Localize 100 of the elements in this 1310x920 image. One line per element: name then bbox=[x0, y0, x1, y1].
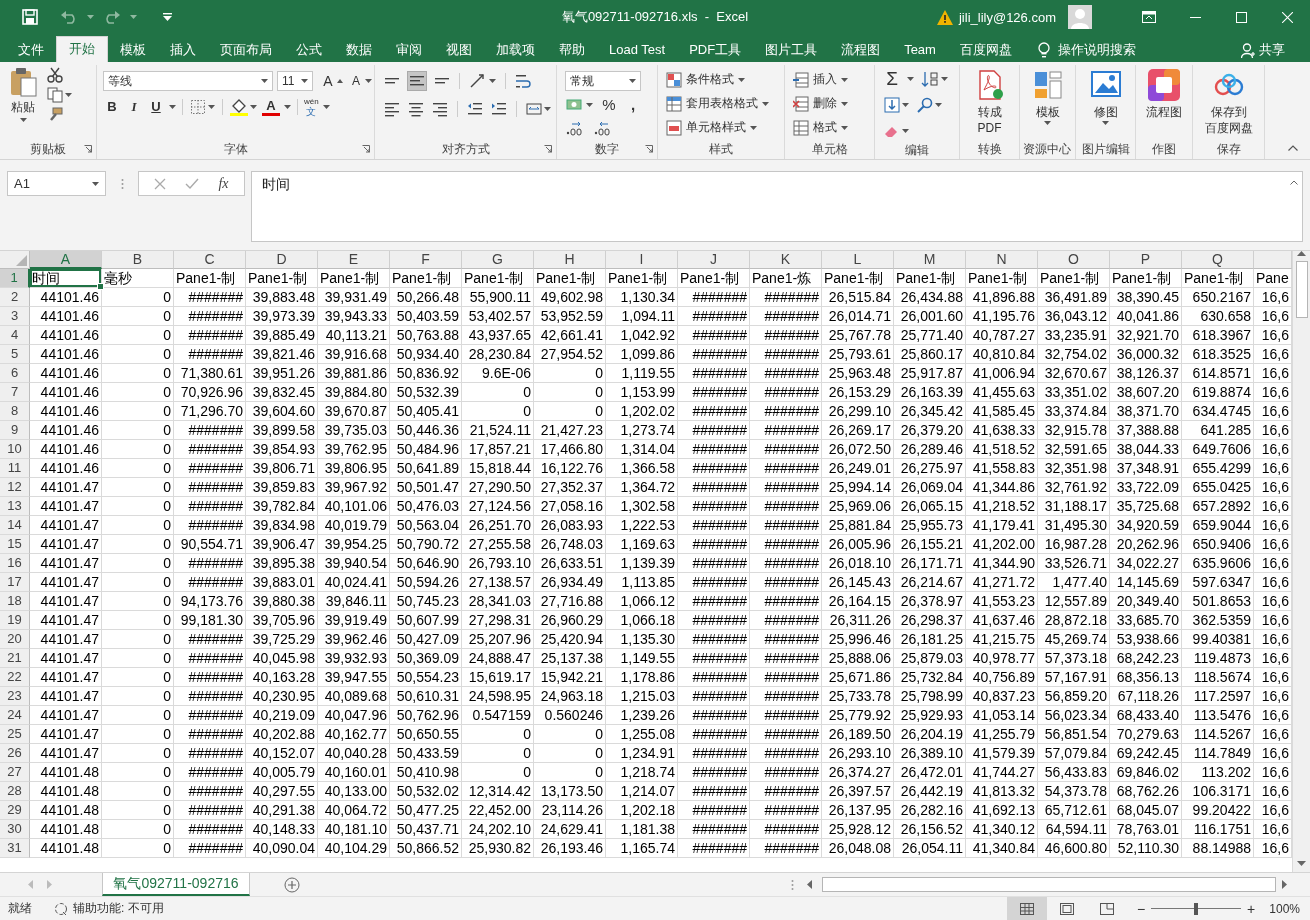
cell[interactable]: ####### bbox=[174, 630, 246, 649]
italic-button[interactable]: I bbox=[125, 97, 143, 117]
column-header[interactable]: J bbox=[678, 251, 750, 269]
cell[interactable]: 41,553.23 bbox=[966, 592, 1038, 611]
ribbon-tab[interactable]: 页面布局 bbox=[208, 38, 284, 62]
cell[interactable]: 650.9406 bbox=[1182, 535, 1254, 554]
cell[interactable]: 40,162.77 bbox=[318, 725, 390, 744]
ribbon-tab[interactable]: 审阅 bbox=[384, 38, 434, 62]
cell[interactable]: 44101.48 bbox=[30, 801, 102, 820]
caret-icon[interactable] bbox=[738, 77, 745, 82]
caret-icon[interactable] bbox=[586, 103, 593, 107]
cell[interactable]: 40,978.77 bbox=[966, 649, 1038, 668]
cell[interactable]: ####### bbox=[678, 554, 750, 573]
cell[interactable]: 25,771.40 bbox=[894, 326, 966, 345]
cell[interactable]: 25,779.92 bbox=[822, 706, 894, 725]
cell[interactable]: ####### bbox=[678, 307, 750, 326]
cell[interactable]: 41,340.12 bbox=[966, 820, 1038, 839]
cell[interactable]: 26,065.15 bbox=[894, 497, 966, 516]
cell[interactable]: 26,389.10 bbox=[894, 744, 966, 763]
cell[interactable]: 44101.46 bbox=[30, 421, 102, 440]
cell[interactable]: 26,137.95 bbox=[822, 801, 894, 820]
cell[interactable]: 25,930.82 bbox=[462, 839, 534, 858]
retouch-button[interactable]: 修图 bbox=[1087, 65, 1124, 127]
cell[interactable]: 25,994.14 bbox=[822, 478, 894, 497]
cell[interactable]: ####### bbox=[750, 820, 822, 839]
zoom-level[interactable]: 100% bbox=[1269, 901, 1300, 916]
cell[interactable]: 88.14988 bbox=[1182, 839, 1254, 858]
cell[interactable]: 41,344.90 bbox=[966, 554, 1038, 573]
cell[interactable]: 0 bbox=[102, 364, 174, 383]
cell[interactable]: 26,434.88 bbox=[894, 288, 966, 307]
cell[interactable]: 40,090.04 bbox=[246, 839, 318, 858]
cell[interactable]: ####### bbox=[174, 725, 246, 744]
copy-button[interactable] bbox=[46, 85, 73, 105]
cell[interactable]: ####### bbox=[750, 630, 822, 649]
cell[interactable]: ####### bbox=[678, 516, 750, 535]
cell[interactable]: 0 bbox=[462, 744, 534, 763]
cell[interactable]: 40,219.09 bbox=[246, 706, 318, 725]
zoom-thumb[interactable] bbox=[1194, 902, 1199, 915]
row-header[interactable]: 8 bbox=[0, 402, 30, 421]
cell[interactable]: 44101.48 bbox=[30, 763, 102, 782]
accessibility-status[interactable]: 辅助功能: 不可用 bbox=[73, 900, 164, 917]
cell[interactable]: 39,919.49 bbox=[318, 611, 390, 630]
cell[interactable]: 0 bbox=[102, 307, 174, 326]
cell[interactable]: 53,952.59 bbox=[534, 307, 606, 326]
row-header[interactable]: 25 bbox=[0, 725, 30, 744]
cell[interactable]: ####### bbox=[678, 839, 750, 858]
cell[interactable]: 41,218.52 bbox=[966, 497, 1038, 516]
cell[interactable]: 26,083.93 bbox=[534, 516, 606, 535]
font-color-button[interactable]: A bbox=[262, 98, 280, 116]
cell[interactable]: ####### bbox=[678, 497, 750, 516]
column-header[interactable]: M bbox=[894, 251, 966, 269]
cell[interactable]: 41,179.41 bbox=[966, 516, 1038, 535]
cell[interactable]: 50,410.98 bbox=[390, 763, 462, 782]
cell[interactable]: 0.547159 bbox=[462, 706, 534, 725]
cell[interactable]: 26,472.01 bbox=[894, 763, 966, 782]
cell[interactable]: 1,139.39 bbox=[606, 554, 678, 573]
cell[interactable]: 26,193.46 bbox=[534, 839, 606, 858]
cell[interactable]: ####### bbox=[678, 706, 750, 725]
cell[interactable]: 0 bbox=[534, 383, 606, 402]
cell[interactable]: 44101.47 bbox=[30, 478, 102, 497]
cell[interactable]: 21,524.11 bbox=[462, 421, 534, 440]
ribbon-tab[interactable]: 帮助 bbox=[547, 38, 597, 62]
tell-me-search[interactable]: 操作说明搜索 bbox=[1037, 38, 1136, 62]
cell[interactable]: 1,314.04 bbox=[606, 440, 678, 459]
caret-icon[interactable] bbox=[907, 77, 914, 81]
formula-field[interactable]: 时间 bbox=[251, 171, 1303, 242]
cell[interactable]: 0 bbox=[462, 402, 534, 421]
cell[interactable]: 0 bbox=[102, 383, 174, 402]
cell[interactable]: ####### bbox=[678, 801, 750, 820]
cell[interactable]: ####### bbox=[174, 307, 246, 326]
number-format-field[interactable]: 常规 bbox=[565, 71, 641, 91]
cell[interactable]: ####### bbox=[174, 288, 246, 307]
cell[interactable]: 44101.47 bbox=[30, 649, 102, 668]
cell[interactable]: 44101.47 bbox=[30, 497, 102, 516]
grow-font-button[interactable]: A bbox=[319, 71, 337, 91]
cell[interactable]: 71,380.61 bbox=[174, 364, 246, 383]
cell[interactable]: 39,821.46 bbox=[246, 345, 318, 364]
cell[interactable]: 1,094.11 bbox=[606, 307, 678, 326]
cell[interactable]: 54,373.78 bbox=[1038, 782, 1110, 801]
ribbon-tab[interactable]: PDF工具 bbox=[677, 38, 754, 62]
cell[interactable]: ####### bbox=[174, 687, 246, 706]
cell[interactable]: 26,298.37 bbox=[894, 611, 966, 630]
cell[interactable]: 57,373.18 bbox=[1038, 649, 1110, 668]
caret-icon[interactable] bbox=[250, 105, 257, 109]
ribbon-tab[interactable]: 百度网盘 bbox=[947, 38, 1024, 62]
cell[interactable]: Pane1-制 bbox=[1038, 269, 1110, 288]
cell[interactable]: 1,239.26 bbox=[606, 706, 678, 725]
cell[interactable]: 69,242.45 bbox=[1110, 744, 1182, 763]
row-header[interactable]: 5 bbox=[0, 345, 30, 364]
cells-menu-button[interactable]: 格式 bbox=[793, 117, 848, 138]
cell[interactable]: 40,160.01 bbox=[318, 763, 390, 782]
dialog-launcher-icon[interactable] bbox=[84, 145, 92, 153]
cell[interactable]: 25,955.73 bbox=[894, 516, 966, 535]
cell[interactable]: 44101.47 bbox=[30, 744, 102, 763]
cell[interactable]: 43,937.65 bbox=[462, 326, 534, 345]
cell[interactable]: 27,290.50 bbox=[462, 478, 534, 497]
ribbon-tab[interactable]: 流程图 bbox=[829, 38, 893, 62]
cell[interactable]: 25,888.06 bbox=[822, 649, 894, 668]
cell[interactable]: 39,943.33 bbox=[318, 307, 390, 326]
cell[interactable]: 40,152.07 bbox=[246, 744, 318, 763]
